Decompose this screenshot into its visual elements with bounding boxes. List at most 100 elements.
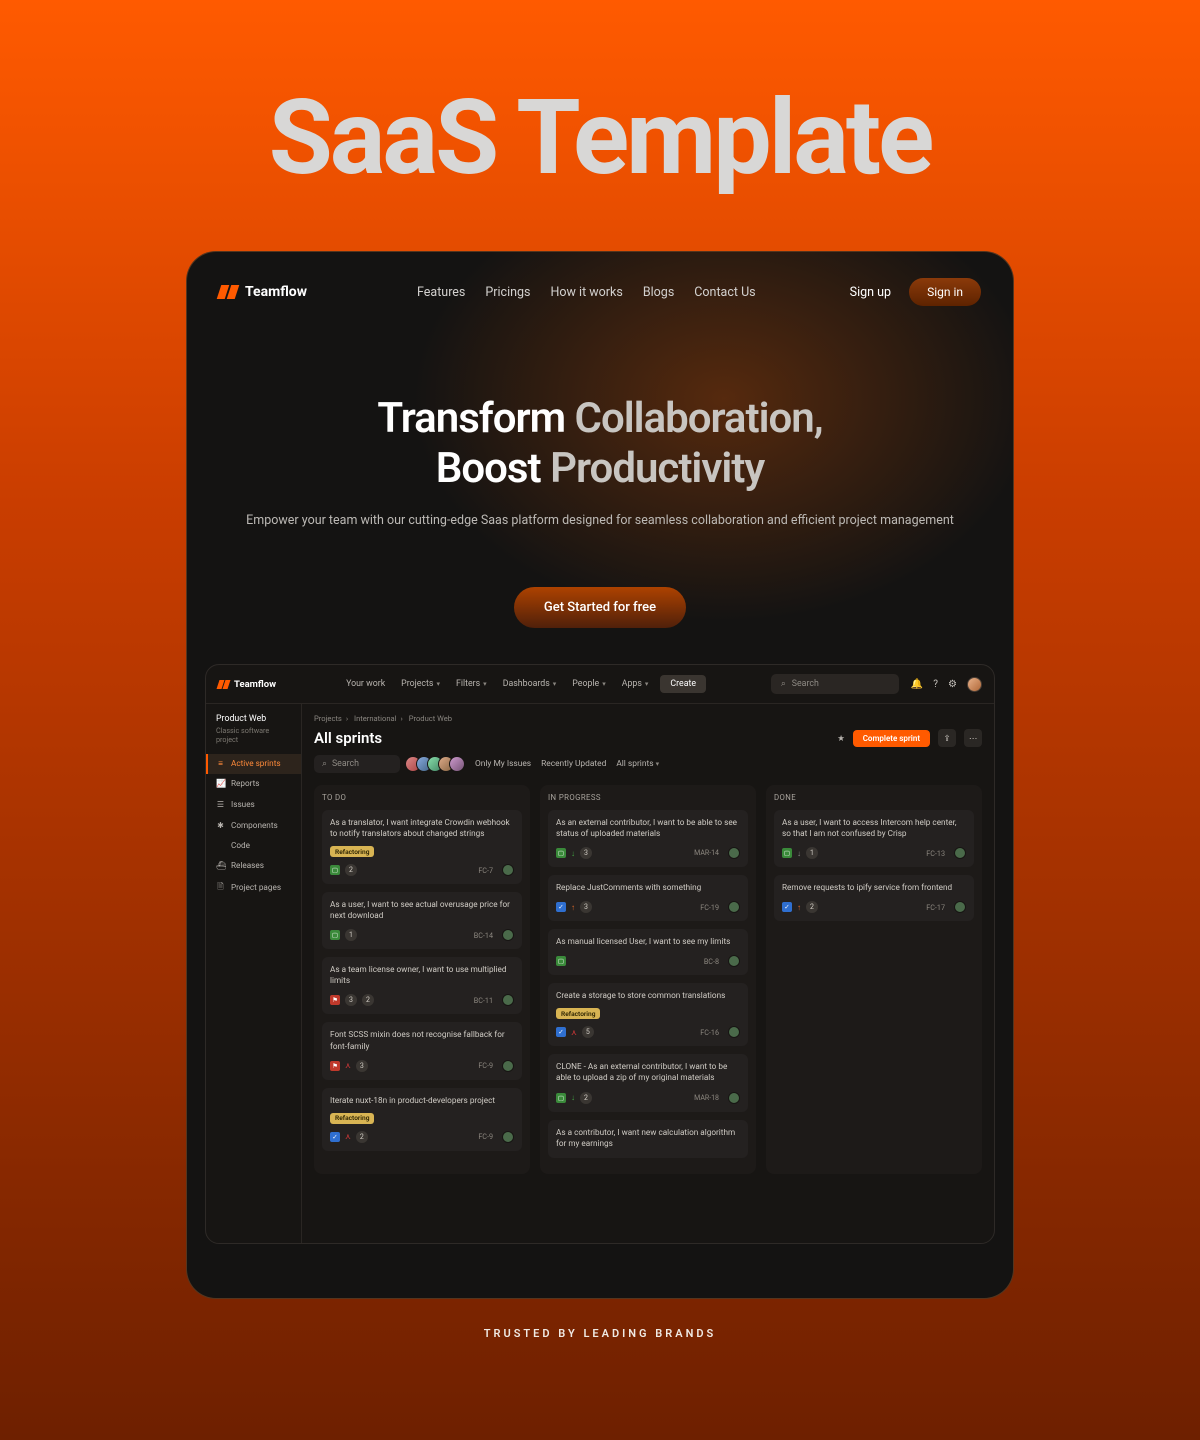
card-label: Refactoring — [556, 1008, 600, 1019]
app-nav-projects[interactable]: Projects▾ — [401, 679, 440, 689]
sidebar-item-active-sprints[interactable]: ≡Active sprints — [206, 754, 301, 774]
issue-type-icon: ✓ — [782, 902, 792, 912]
board-card[interactable]: Iterate nuxt-18n in product-developers p… — [322, 1088, 522, 1151]
desktop-frame: Teamflow Features Pricings How it works … — [186, 251, 1014, 1299]
nav-pricings[interactable]: Pricings — [485, 285, 530, 300]
board-card[interactable]: CLONE - As an external contributor, I wa… — [548, 1054, 748, 1111]
card-id: BC-8 — [704, 957, 719, 966]
sidebar-item-label: Releases — [231, 861, 264, 871]
nav-blogs[interactable]: Blogs — [643, 285, 674, 300]
filter-my-issues[interactable]: Only My Issues — [475, 759, 531, 769]
app-nav-people[interactable]: People▾ — [572, 679, 605, 689]
nav-contact[interactable]: Contact Us — [694, 285, 755, 300]
app-logo-icon — [218, 680, 229, 689]
story-points: 2 — [580, 1092, 592, 1104]
board-card[interactable]: As a user, I want to access Intercom hel… — [774, 810, 974, 867]
sidebar-item-project-pages[interactable]: 🗎Project pages — [206, 876, 301, 900]
board-search-input[interactable]: ⌕ Search — [314, 755, 400, 773]
breadcrumb-item[interactable]: International — [354, 714, 397, 723]
issue-type-icon: ▢ — [330, 865, 340, 875]
column-title: IN PROGRESS — [548, 793, 748, 802]
filter-sprints[interactable]: All sprints ▾ — [616, 759, 659, 769]
board-card[interactable]: As a user, I want to see actual overusag… — [322, 892, 522, 949]
embedded-app: Teamflow Your workProjects▾Filters▾Dashb… — [205, 664, 995, 1244]
board-card[interactable]: As manual licensed User, I want to see m… — [548, 929, 748, 975]
assignee-avatar — [728, 955, 740, 967]
card-title: As a user, I want to see actual overusag… — [330, 900, 514, 922]
sidebar-icon: 📈 — [216, 779, 225, 789]
column-title: DONE — [774, 793, 974, 802]
chevron-down-icon: ▾ — [553, 680, 557, 688]
board-column-to-do: TO DOAs a translator, I want integrate C… — [314, 785, 530, 1174]
story-points: 2 — [356, 1131, 368, 1143]
issue-type-icon: ▢ — [556, 848, 566, 858]
assignee-filter[interactable] — [410, 756, 465, 772]
sidebar-item-components[interactable]: ✱Components — [206, 815, 301, 836]
footer-text: TRUSTED BY LEADING BRANDS — [0, 1327, 1200, 1340]
card-id: BC-11 — [474, 996, 493, 1005]
board-card[interactable]: Replace JustComments with something✓↑3FC… — [548, 875, 748, 921]
cta-button[interactable]: Get Started for free — [514, 587, 686, 628]
sidebar-item-label: Issues — [231, 800, 255, 810]
card-date: MAR-18 — [694, 1094, 719, 1102]
board-card[interactable]: As an external contributor, I want to be… — [548, 810, 748, 867]
sidebar-icon: ⛴ — [216, 861, 225, 871]
chevron-down-icon: ▾ — [483, 680, 487, 688]
story-points: 3 — [356, 1060, 368, 1072]
card-date: MAR-14 — [694, 849, 719, 857]
issue-type-icon: ✓ — [556, 1027, 566, 1037]
assignee-avatar — [728, 901, 740, 913]
board-column-in-progress: IN PROGRESS As an external contributor, I… — [540, 785, 756, 1174]
gear-icon[interactable]: ⚙ — [948, 679, 957, 690]
board-card[interactable]: As a contributor, I want new calculation… — [548, 1120, 748, 1158]
site-nav: Teamflow Features Pricings How it works … — [187, 252, 1013, 306]
assignee-avatar — [728, 1092, 740, 1104]
story-points: 2 — [345, 864, 357, 876]
sidebar-item-releases[interactable]: ⛴ Releases — [206, 856, 301, 876]
story-points: 3 — [580, 847, 592, 859]
board-card[interactable]: Create a storage to store common transla… — [548, 983, 748, 1046]
complete-sprint-button[interactable]: Complete sprint — [853, 730, 930, 747]
sidebar-item-reports[interactable]: 📈Reports — [206, 774, 301, 794]
story-points: 2 — [806, 901, 818, 913]
issue-type-icon: ▢ — [782, 848, 792, 858]
card-label: Refactoring — [330, 1113, 374, 1124]
signin-button[interactable]: Sign in — [909, 278, 981, 306]
app-nav-apps[interactable]: Apps▾ — [622, 679, 649, 689]
star-icon[interactable]: ★ — [837, 733, 845, 744]
board-card[interactable]: Font SCSS mixin does not recognise fallb… — [322, 1022, 522, 1079]
assignee-avatar — [502, 864, 514, 876]
card-title: As a user, I want to access Intercom hel… — [782, 818, 966, 840]
filter-recent[interactable]: Recently Updated — [541, 759, 606, 769]
card-title: As an external contributor, I want to be… — [556, 818, 740, 840]
app-nav-dashboards[interactable]: Dashboards▾ — [503, 679, 557, 689]
bell-icon[interactable]: 🔔 — [911, 679, 923, 690]
nav-how-it-works[interactable]: How it works — [551, 285, 623, 300]
sidebar-item-issues[interactable]: ☰ Issues — [206, 794, 301, 815]
app-nav-your-work[interactable]: Your work — [346, 679, 385, 689]
sidebar-item-code[interactable]: Code — [206, 836, 301, 856]
issue-type-icon: ⚑ — [330, 1061, 340, 1071]
search-input[interactable]: ⌕ Search — [771, 674, 899, 694]
board-card[interactable]: As a translator, I want integrate Crowdi… — [322, 810, 522, 884]
issue-type-icon: ▢ — [330, 930, 340, 940]
help-icon[interactable]: ? — [933, 679, 938, 690]
card-id: FC-13 — [926, 849, 945, 858]
nav-features[interactable]: Features — [417, 285, 465, 300]
create-button[interactable]: Create — [660, 675, 706, 693]
breadcrumb-item[interactable]: Product Web — [409, 714, 452, 723]
sidebar-icon: 🗎 — [216, 881, 225, 895]
breadcrumb: Projects› International› Product Web — [314, 714, 982, 723]
board-card[interactable]: As a team license owner, I want to use m… — [322, 957, 522, 1014]
breadcrumb-item[interactable]: Projects — [314, 714, 342, 723]
signup-link[interactable]: Sign up — [850, 285, 891, 300]
issue-type-icon: ✓ — [556, 902, 566, 912]
more-icon[interactable]: ⋯ — [964, 729, 982, 747]
user-avatar[interactable] — [967, 677, 982, 692]
board-card[interactable]: Remove requests to ipify service from fr… — [774, 875, 974, 921]
search-icon: ⌕ — [781, 679, 786, 689]
share-icon[interactable]: ⇪ — [938, 729, 956, 747]
app-nav-filters[interactable]: Filters▾ — [456, 679, 487, 689]
assignee-avatar — [502, 929, 514, 941]
sidebar-icon: ☰ — [216, 799, 225, 810]
